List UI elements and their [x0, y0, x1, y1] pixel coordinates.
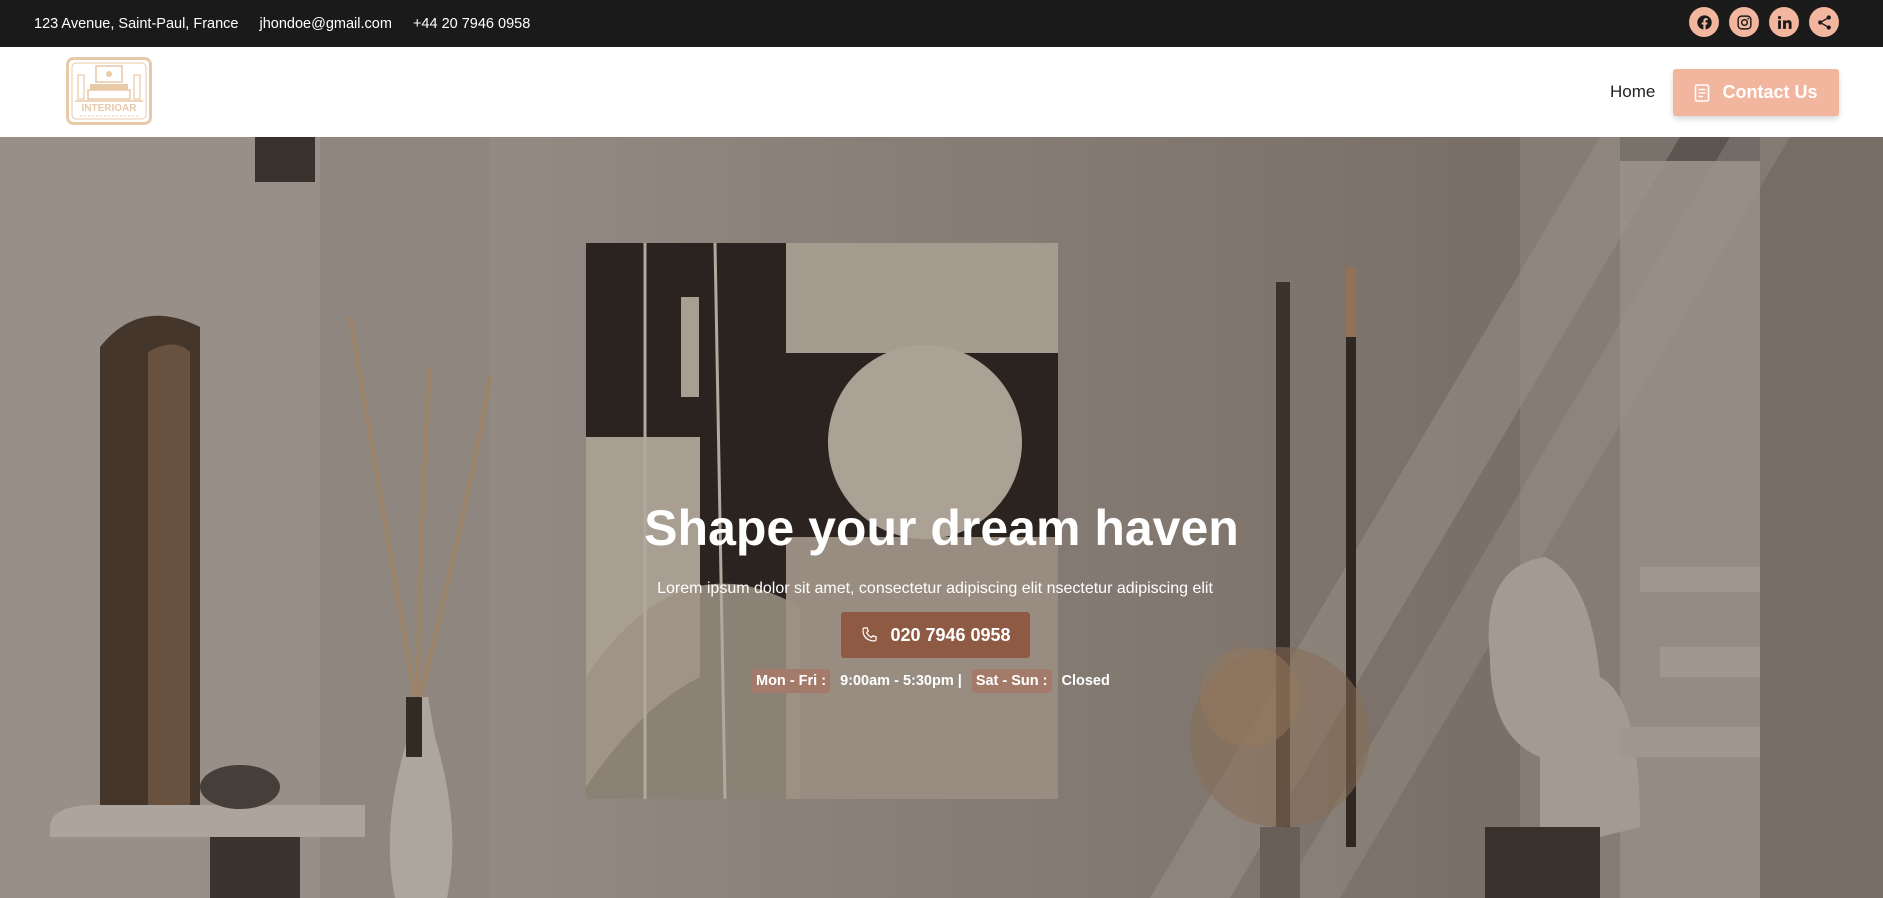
contact-info: 123 Avenue, Saint-Paul, France jhondoe@g…: [34, 16, 547, 32]
document-icon: [1695, 83, 1710, 102]
phone-button-label: 020 7946 0958: [890, 624, 1011, 645]
hero-section: Shape your dream haven Lorem ipsum dolor…: [0, 137, 1883, 898]
hero-title: Shape your dream haven: [644, 500, 1239, 556]
main-navbar: INTERIOAR Home Contact Us: [0, 47, 1883, 137]
social-links: [1689, 7, 1839, 37]
weekend-hours: Closed: [1061, 673, 1110, 689]
hero-subtitle: Lorem ipsum dolor sit amet, consectetur …: [657, 580, 1213, 597]
top-info-bar: 123 Avenue, Saint-Paul, France jhondoe@g…: [0, 0, 1883, 47]
phone-text[interactable]: +44 20 7946 0958: [413, 16, 530, 32]
weekend-badge: Sat - Sun :: [971, 669, 1052, 693]
contact-us-label: Contact Us: [1722, 82, 1818, 102]
email-text[interactable]: jhondoe@gmail.com: [260, 16, 392, 32]
contact-us-button[interactable]: Contact Us: [1673, 69, 1839, 116]
instagram-icon[interactable]: [1729, 7, 1759, 37]
address-text: 123 Avenue, Saint-Paul, France: [34, 15, 239, 32]
opening-hours: Mon - Fri : 9:00am - 5:30pm | Sat - Sun …: [752, 668, 1120, 694]
share-icon[interactable]: [1809, 7, 1839, 37]
weekday-badge: Mon - Fri :: [752, 669, 831, 693]
site-logo[interactable]: INTERIOAR: [66, 57, 152, 125]
linkedin-icon[interactable]: [1769, 7, 1799, 37]
facebook-icon[interactable]: [1689, 7, 1719, 37]
phone-icon: [862, 627, 878, 642]
logo-text: INTERIOAR: [82, 103, 138, 114]
nav-home-link[interactable]: Home: [1610, 82, 1655, 102]
call-phone-button[interactable]: 020 7946 0958: [841, 612, 1030, 658]
weekday-hours: 9:00am - 5:30pm |: [840, 673, 962, 689]
